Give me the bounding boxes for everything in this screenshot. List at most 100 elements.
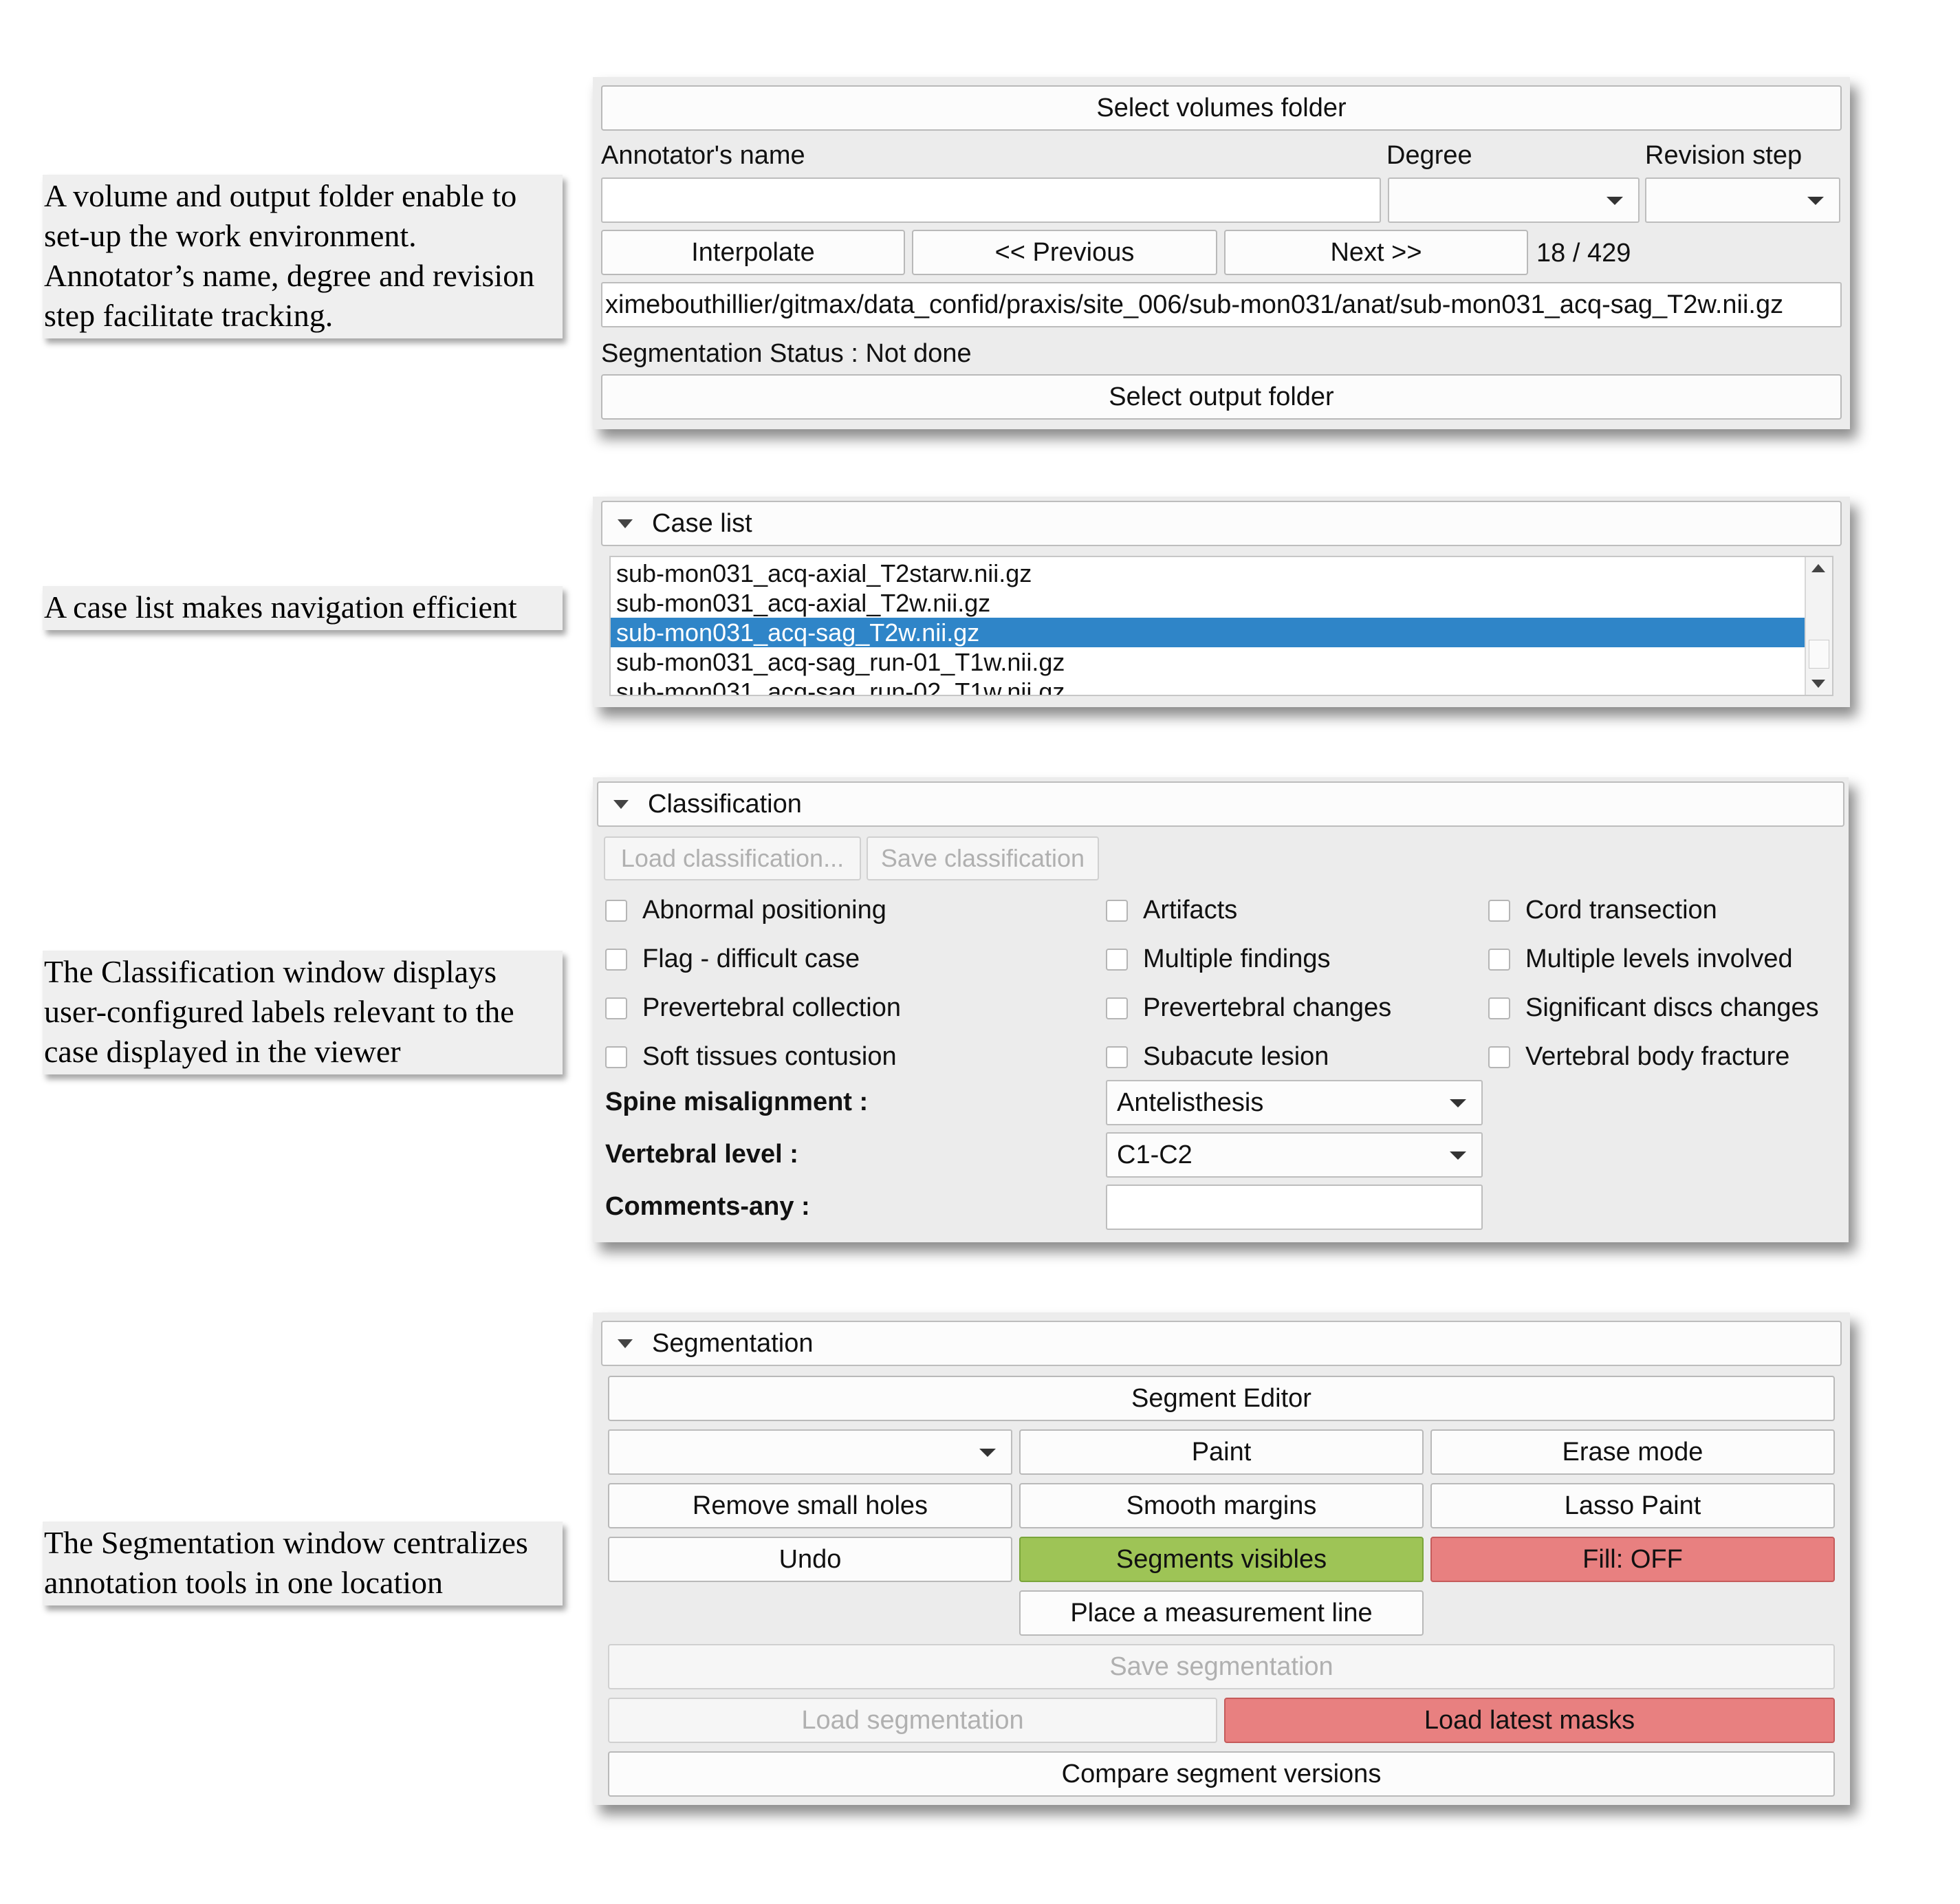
checkbox-label: Subacute lesion [1143, 1042, 1329, 1071]
checkbox-label: Flag - difficult case [642, 944, 860, 973]
checkbox-box[interactable] [605, 997, 627, 1019]
checkbox-box[interactable] [1488, 899, 1510, 922]
checkbox-flag-difficult-case[interactable]: Flag - difficult case [605, 944, 860, 974]
interpolate-button[interactable]: Interpolate [601, 230, 905, 275]
checkbox-box[interactable] [1488, 1046, 1510, 1068]
scroll-thumb[interactable] [1809, 640, 1829, 669]
lasso-paint-button[interactable]: Lasso Paint [1430, 1483, 1835, 1528]
compare-segment-versions-button[interactable]: Compare segment versions [608, 1751, 1835, 1797]
volume-path-field[interactable]: ximebouthillier/gitmax/data_confid/praxi… [601, 282, 1842, 327]
fill-toggle-button[interactable]: Fill: OFF [1430, 1537, 1835, 1582]
annotation-line: set-up the work environment. [44, 218, 417, 253]
list-item[interactable]: sub-mon031_acq-axial_T2w.nii.gz [611, 588, 1806, 618]
checkbox-label: Soft tissues contusion [642, 1042, 897, 1071]
degree-label: Degree [1386, 141, 1472, 170]
load-segmentation-button[interactable]: Load segmentation [608, 1698, 1217, 1743]
checkbox-significant-discs-changes[interactable]: Significant discs changes [1488, 993, 1819, 1023]
segments-visibles-button[interactable]: Segments visibles [1019, 1537, 1424, 1582]
load-classification-button[interactable]: Load classification... [604, 836, 861, 880]
list-item-selected[interactable]: sub-mon031_acq-sag_T2w.nii.gz [611, 618, 1806, 647]
checkbox-box[interactable] [1488, 997, 1510, 1019]
checkbox-label: Significant discs changes [1525, 993, 1819, 1022]
annotation-caselist: A case list makes navigation efficient [43, 586, 563, 630]
checkbox-box[interactable] [1106, 1046, 1128, 1068]
undo-button[interactable]: Undo [608, 1537, 1012, 1582]
checkbox-box[interactable] [1106, 899, 1128, 922]
previous-button[interactable]: << Previous [912, 230, 1217, 275]
checkbox-box[interactable] [605, 1046, 627, 1068]
checkbox-subacute-lesion[interactable]: Subacute lesion [1106, 1042, 1329, 1072]
checkbox-vertebral-body-fracture[interactable]: Vertebral body fracture [1488, 1042, 1789, 1072]
scroll-down-icon[interactable] [1811, 680, 1825, 688]
spine-misalignment-select[interactable]: Antelisthesis [1106, 1080, 1483, 1125]
checkbox-abnormal-positioning[interactable]: Abnormal positioning [605, 896, 886, 925]
checkbox-label: Prevertebral changes [1143, 993, 1392, 1022]
checkbox-box[interactable] [605, 948, 627, 971]
save-classification-button[interactable]: Save classification [867, 836, 1099, 880]
checkbox-multiple-findings[interactable]: Multiple findings [1106, 944, 1330, 974]
list-item[interactable]: sub-mon031_acq-sag_run-01_T1w.nii.gz [611, 647, 1806, 677]
list-item[interactable]: sub-mon031_acq-sag_run-02_T1w.nii.gz [611, 677, 1806, 695]
vertebral-level-label: Vertebral level : [605, 1140, 798, 1169]
checkbox-prevertebral-changes[interactable]: Prevertebral changes [1106, 993, 1391, 1023]
annotation-line: The Segmentation window centralizes [44, 1525, 528, 1560]
case-list[interactable]: sub-mon031_acq-axial_T2starw.nii.gz sub-… [609, 556, 1833, 696]
checkbox-label: Prevertebral collection [642, 993, 901, 1022]
save-segmentation-button[interactable]: Save segmentation [608, 1644, 1835, 1689]
annotation-segmentation: The Segmentation window centralizes anno… [43, 1522, 563, 1605]
erase-mode-button[interactable]: Erase mode [1430, 1429, 1835, 1475]
vertebral-level-select[interactable]: C1-C2 [1106, 1132, 1483, 1178]
degree-select[interactable] [1388, 177, 1640, 223]
next-button[interactable]: Next >> [1224, 230, 1528, 275]
segmentation-panel: Segmentation Segment Editor Paint Erase … [593, 1312, 1850, 1805]
scroll-up-icon[interactable] [1811, 564, 1825, 572]
case-list-title: Case list [652, 508, 752, 538]
annotation-line: annotation tools in one location [44, 1565, 444, 1600]
segmentation-title: Segmentation [652, 1328, 814, 1358]
segmentation-status: Segmentation Status : Not done [601, 339, 972, 368]
list-item[interactable]: sub-mon031_acq-axial_T2starw.nii.gz [611, 559, 1806, 588]
vertebral-level-value: C1-C2 [1117, 1140, 1193, 1169]
revision-step-select[interactable] [1645, 177, 1840, 223]
select-output-folder-button[interactable]: Select output folder [601, 374, 1842, 420]
segmentation-header[interactable]: Segmentation [601, 1321, 1842, 1366]
checkbox-cord-transection[interactable]: Cord transection [1488, 896, 1717, 925]
case-list-header[interactable]: Case list [601, 501, 1842, 546]
checkbox-label: Vertebral body fracture [1525, 1042, 1790, 1071]
revision-step-label: Revision step [1645, 141, 1803, 170]
classification-header[interactable]: Classification [597, 781, 1844, 827]
annotation-classification: The Classification window displays user-… [43, 951, 563, 1074]
setup-panel: Select volumes folder Annotator's name D… [593, 77, 1850, 429]
checkbox-soft-tissues-contusion[interactable]: Soft tissues contusion [605, 1042, 897, 1072]
checkbox-box[interactable] [1106, 997, 1128, 1019]
checkbox-prevertebral-collection[interactable]: Prevertebral collection [605, 993, 901, 1023]
checkbox-box[interactable] [605, 899, 627, 922]
load-latest-masks-button[interactable]: Load latest masks [1224, 1698, 1835, 1743]
case-list-panel: Case list sub-mon031_acq-axial_T2starw.n… [593, 497, 1850, 707]
checkbox-multiple-levels[interactable]: Multiple levels involved [1488, 944, 1793, 974]
remove-small-holes-button[interactable]: Remove small holes [608, 1483, 1012, 1528]
annotator-name-input[interactable] [601, 177, 1381, 223]
paint-button[interactable]: Paint [1019, 1429, 1424, 1475]
chevron-down-icon [1450, 1151, 1466, 1160]
annotation-line: The Classification window displays [44, 954, 497, 989]
classification-panel: Classification Load classification... Sa… [593, 777, 1849, 1242]
segment-editor-button[interactable]: Segment Editor [608, 1376, 1835, 1421]
spine-misalignment-value: Antelisthesis [1117, 1088, 1264, 1117]
select-volumes-folder-button[interactable]: Select volumes folder [601, 85, 1842, 131]
checkbox-label: Artifacts [1143, 896, 1238, 924]
collapse-triangle-icon [613, 799, 629, 809]
checkbox-label: Multiple levels involved [1525, 944, 1793, 973]
segment-select[interactable] [608, 1429, 1012, 1475]
checkbox-artifacts[interactable]: Artifacts [1106, 896, 1237, 925]
checkbox-label: Abnormal positioning [642, 896, 886, 924]
place-measurement-line-button[interactable]: Place a measurement line [1019, 1590, 1424, 1636]
smooth-margins-button[interactable]: Smooth margins [1019, 1483, 1424, 1528]
checkbox-box[interactable] [1488, 948, 1510, 971]
checkbox-box[interactable] [1106, 948, 1128, 971]
annotation-line: user-configured labels relevant to the [44, 994, 514, 1029]
comments-input[interactable] [1106, 1184, 1483, 1230]
checkbox-label: Multiple findings [1143, 944, 1331, 973]
case-list-scrollbar[interactable] [1805, 557, 1832, 695]
spine-misalignment-label: Spine misalignment : [605, 1088, 869, 1116]
